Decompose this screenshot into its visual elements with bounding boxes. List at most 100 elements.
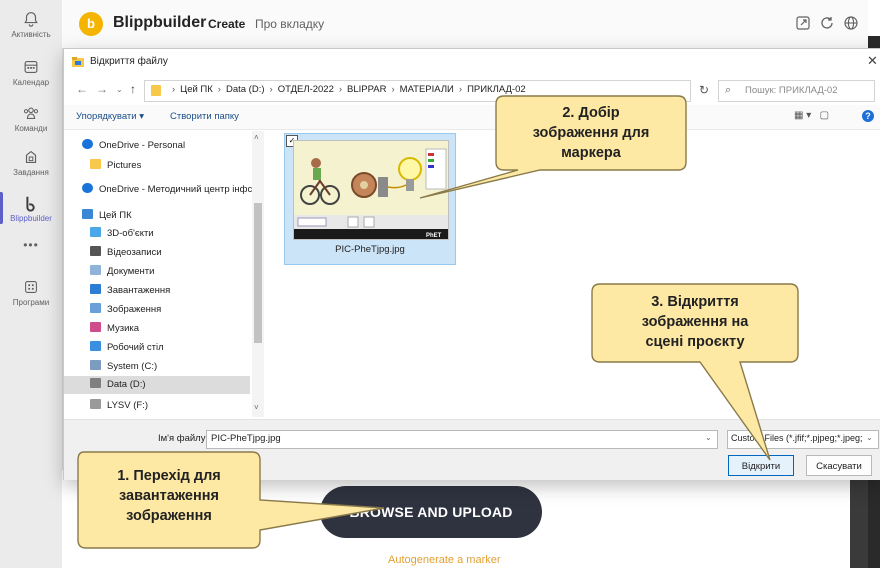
app-title: Blippbuilder [113, 14, 207, 31]
address-bar[interactable]: › Цей ПК › Data (D:) › ОТДЕЛ-2022 › BLIPPAR › МАТ… [144, 80, 758, 102]
thumb-caption: PhET [426, 233, 442, 239]
nav-item-downloads[interactable]: Завантаження [90, 284, 170, 296]
calendar-icon [24, 61, 38, 73]
globe-icon[interactable] [842, 14, 860, 32]
nav-item-onedrive-work[interactable]: OneDrive - Методичний центр інфс [82, 183, 252, 195]
nav-item-onedrive-personal[interactable]: OneDrive - Personal [82, 139, 185, 151]
callout-2-text: 2. Добір зображення для маркера [532, 105, 650, 161]
rail-activity[interactable]: Активність [0, 10, 62, 39]
chevron-up-icon[interactable]: ˄ [254, 133, 259, 142]
navigation-row: ← → ⌄ ↑ › Цей ПК › Data (D:) › ОТДЕЛ-2022 › BLI… [64, 77, 880, 103]
nav-item-system-c[interactable]: System (C:) [90, 360, 157, 372]
file-name-label: PIC-PheTjpg.jpg [335, 244, 405, 255]
breadcrumb-item[interactable]: BLIPPAR [347, 84, 386, 95]
breadcrumb-item[interactable]: Data (D:) [226, 84, 265, 95]
rail-label: Команди [14, 124, 48, 133]
breadcrumb: › Цей ПК › Data (D:) › ОТДЕЛ-2022 › BLIPPAR › МАТ… [172, 84, 526, 95]
rail-more[interactable]: ••• [0, 238, 62, 252]
pictures-icon [90, 303, 101, 313]
file-explorer-icon [72, 57, 84, 67]
documents-icon [90, 265, 101, 275]
file-open-dialog: Відкриття файлу ✕ ← → ⌄ ↑ › Цей ПК › Data (… [63, 48, 880, 480]
teams-icon [23, 107, 39, 119]
3d-objects-icon [90, 227, 101, 237]
refresh-icon[interactable]: ↻ [694, 80, 714, 100]
search-placeholder: Пошук: ПРИКЛАД-02 [745, 85, 838, 96]
nav-item-this-pc[interactable]: Цей ПК [82, 209, 132, 221]
recent-locations-chevron-icon[interactable]: ⌄ [116, 85, 123, 94]
view-options-icon[interactable]: ▦ ▾ ▢ [794, 110, 829, 121]
breadcrumb-item[interactable]: ПРИКЛАД-02 [467, 84, 526, 95]
chevron-down-icon[interactable]: ⌄ [866, 433, 873, 442]
refresh-icon[interactable] [818, 14, 836, 32]
forward-arrow-icon[interactable]: → [96, 82, 108, 96]
phet-simulation-preview: PhET [294, 141, 448, 239]
nav-item-music[interactable]: Музика [90, 322, 139, 334]
bell-icon [24, 12, 38, 27]
breadcrumb-item[interactable]: ОТДЕЛ-2022 [278, 84, 334, 95]
dialog-toolbar: Упорядкувати ▾ Створити папку ▦ ▾ ▢ ? [64, 105, 880, 130]
blippbuilder-logo: b [79, 12, 103, 36]
back-arrow-icon[interactable]: ← [76, 82, 88, 96]
rail-calendar[interactable]: Календар [0, 58, 62, 87]
drive-icon [90, 399, 101, 409]
rail-teams[interactable]: Команди [0, 104, 62, 133]
teams-app-rail: Активність Календар Команди Завдання Bli… [0, 0, 63, 568]
edge-marker [868, 0, 880, 36]
nav-item-data-d[interactable]: Data (D:) [64, 376, 250, 394]
app-header: b Blippbuilder Create Про вкладку [62, 0, 880, 49]
autogenerate-marker-link[interactable]: Autogenerate a marker [388, 554, 501, 566]
up-arrow-icon[interactable]: ↑ [130, 82, 136, 96]
image-thumbnail: PhET [293, 140, 449, 240]
scrollbar-thumb[interactable] [254, 203, 262, 343]
desktop-icon [90, 341, 101, 351]
folder-icon [151, 85, 161, 96]
file-name-field[interactable]: PIC-PheTjpg.jpg ⌄ [206, 430, 718, 449]
file-type-select[interactable]: Custom Files (*.jfif;*.pjpeg;*.jpeg; ⌄ [727, 430, 879, 449]
nav-item-images[interactable]: Зображення [90, 303, 161, 315]
rail-assignments[interactable]: Завдання [0, 148, 62, 177]
folder-icon [90, 159, 101, 169]
chevron-down-icon[interactable]: ˅ [254, 403, 259, 412]
cancel-button[interactable]: Скасувати [806, 455, 872, 476]
rail-label: Календар [12, 78, 50, 87]
popout-icon[interactable] [794, 14, 812, 32]
downloads-icon [90, 284, 101, 294]
tab-create[interactable]: Create [208, 17, 245, 31]
nav-item-documents[interactable]: Документи [90, 265, 154, 277]
breadcrumb-item[interactable]: Цей ПК [180, 84, 213, 95]
browse-and-upload-button[interactable]: BROWSE AND UPLOAD [320, 486, 542, 538]
file-item[interactable]: ✓ PhET PIC-PheTjpg.jpg [284, 133, 456, 265]
navigation-pane: OneDrive - Personal Pictures OneDrive - … [64, 131, 264, 417]
rail-apps[interactable]: Програми [0, 278, 62, 307]
rail-label: Blippbuilder [10, 214, 52, 223]
nav-item-desktop[interactable]: Робочий стіл [90, 341, 164, 353]
dialog-title: Відкриття файлу [90, 56, 168, 67]
videos-icon [90, 246, 101, 256]
nav-item-3d-objects[interactable]: 3D-об'єкти [90, 227, 154, 239]
nav-scrollbar[interactable]: ˄ ˅ [252, 131, 264, 417]
callout-1-text: 1. Перехід для завантаження зображення [117, 468, 221, 524]
rail-label: Активність [11, 30, 51, 39]
cloud-icon [82, 139, 93, 149]
nav-item-videos[interactable]: Відеозаписи [90, 246, 162, 258]
nav-item-pictures[interactable]: Pictures [90, 159, 141, 171]
breadcrumb-item[interactable]: МАТЕРІАЛИ [400, 84, 454, 95]
cloud-icon [82, 183, 93, 193]
organize-button[interactable]: Упорядкувати ▾ [76, 111, 144, 122]
search-input[interactable]: ⌕ Пошук: ПРИКЛАД-02 [718, 80, 875, 102]
help-icon[interactable]: ? [862, 110, 874, 122]
blippbuilder-icon [26, 196, 35, 212]
drive-icon [90, 360, 101, 370]
drive-icon [90, 378, 101, 388]
nav-item-lysv-f[interactable]: LYSV (F:) [90, 399, 148, 411]
apps-icon [25, 281, 37, 293]
music-icon [90, 322, 101, 332]
chevron-down-icon[interactable]: ⌄ [705, 433, 712, 442]
file-name-field-label: Ім'я файлу: [158, 433, 209, 444]
tab-about[interactable]: Про вкладку [255, 17, 324, 31]
close-icon[interactable]: ✕ [867, 53, 878, 69]
open-button[interactable]: Відкрити [728, 455, 794, 476]
new-folder-button[interactable]: Створити папку [170, 111, 239, 122]
rail-blippbuilder[interactable]: Blippbuilder [0, 192, 62, 224]
